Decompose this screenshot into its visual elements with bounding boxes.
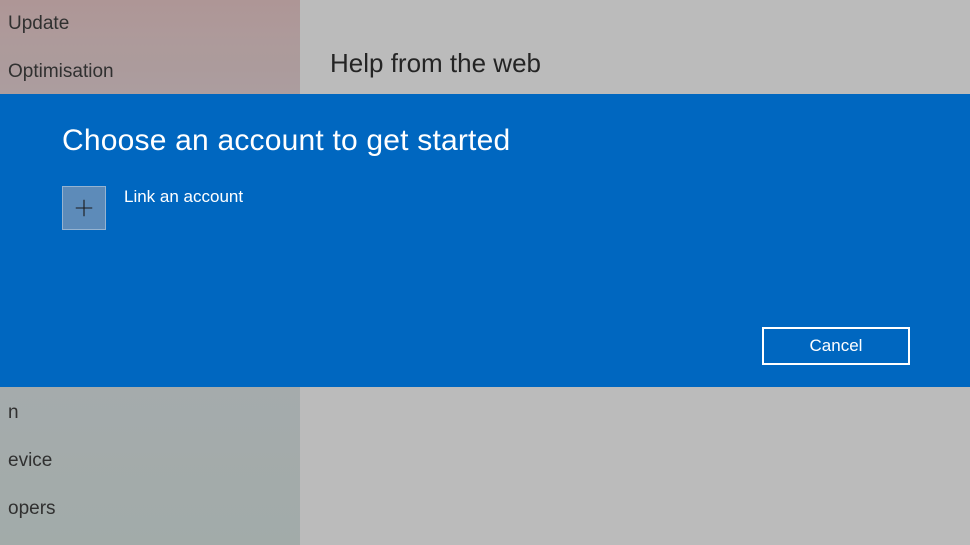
link-account-label: Link an account — [124, 187, 243, 207]
dialog-title: Choose an account to get started — [62, 124, 910, 158]
cancel-button[interactable]: Cancel — [762, 327, 910, 365]
link-account-button[interactable]: Link an account — [62, 186, 243, 230]
account-picker-dialog: Choose an account to get started Link an… — [0, 94, 970, 387]
plus-icon — [62, 186, 106, 230]
dialog-footer: Cancel — [62, 327, 910, 365]
